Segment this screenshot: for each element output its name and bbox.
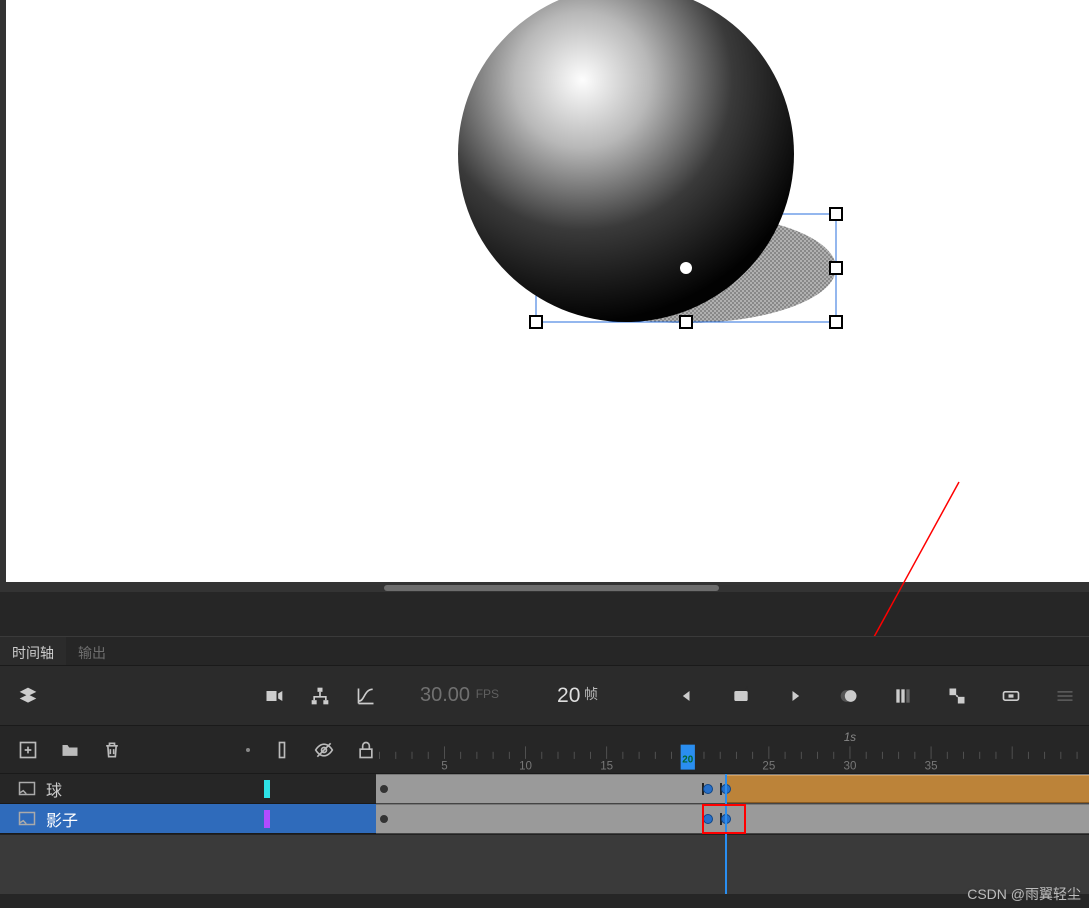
onion-skin-icon[interactable] bbox=[839, 686, 859, 706]
keyframe[interactable] bbox=[703, 784, 713, 794]
svg-text:5: 5 bbox=[441, 760, 447, 772]
layer-color-chip[interactable] bbox=[264, 780, 270, 798]
svg-text:A: A bbox=[744, 686, 749, 693]
frame-value[interactable]: 20 bbox=[557, 684, 580, 707]
layer-name: 球 bbox=[46, 777, 254, 801]
tracks-empty-area[interactable] bbox=[0, 834, 1089, 894]
layer-type-icon bbox=[18, 781, 36, 796]
layer-type-icon bbox=[18, 811, 36, 826]
camera-icon[interactable] bbox=[264, 686, 284, 706]
fps-label: FPS bbox=[476, 687, 499, 701]
lock-icon[interactable] bbox=[356, 740, 376, 760]
loop-icon[interactable] bbox=[1001, 686, 1021, 706]
anchor-point[interactable] bbox=[680, 262, 692, 274]
playhead[interactable]: 20 bbox=[681, 744, 695, 769]
watermark: CSDN @雨翼轻尘 bbox=[967, 884, 1081, 904]
separator-dot bbox=[246, 748, 250, 752]
split-icon[interactable] bbox=[947, 686, 967, 706]
insert-keyframe-icon[interactable]: A bbox=[731, 686, 751, 706]
graph-node-icon[interactable] bbox=[310, 686, 330, 706]
ball-shape[interactable] bbox=[458, 0, 794, 322]
layer-row[interactable]: 影子 bbox=[0, 804, 1089, 834]
layer-header-row: 51015202530351s 20 bbox=[0, 726, 1089, 774]
layer-track[interactable] bbox=[376, 804, 1089, 834]
layer-track[interactable] bbox=[376, 774, 1089, 804]
keyframe[interactable] bbox=[721, 784, 731, 794]
prev-keyframe-icon[interactable] bbox=[677, 686, 697, 706]
frame-label: 帧 bbox=[584, 686, 598, 702]
menu-icon[interactable] bbox=[1055, 686, 1075, 706]
keyframe[interactable] bbox=[703, 814, 713, 824]
stage-h-scrollbar-thumb[interactable] bbox=[384, 585, 719, 591]
trash-icon[interactable] bbox=[102, 740, 122, 760]
svg-text:1s: 1s bbox=[844, 732, 856, 744]
panel-tabs: 时间轴 输出 bbox=[0, 636, 1089, 666]
folder-icon[interactable] bbox=[60, 740, 80, 760]
tab-timeline[interactable]: 时间轴 bbox=[0, 637, 66, 665]
stage-h-scrollbar-track[interactable] bbox=[6, 582, 1089, 592]
stage[interactable] bbox=[0, 0, 1089, 592]
layer-color-chip[interactable] bbox=[264, 810, 270, 828]
visibility-icon[interactable] bbox=[314, 740, 334, 760]
timeline-panel: 时间轴 输出 30.00 FPS 20 帧 A bbox=[0, 636, 1089, 894]
curve-editor-icon[interactable] bbox=[356, 686, 376, 706]
svg-text:20: 20 bbox=[682, 754, 693, 765]
ruler[interactable]: 51015202530351s 20 bbox=[376, 726, 1089, 774]
next-keyframe-icon[interactable] bbox=[785, 686, 805, 706]
svg-text:30: 30 bbox=[844, 760, 857, 772]
timeline-toolbar: 30.00 FPS 20 帧 A bbox=[0, 666, 1089, 726]
highlight-icon[interactable] bbox=[272, 740, 292, 760]
onion-range-icon[interactable] bbox=[893, 686, 913, 706]
svg-text:15: 15 bbox=[600, 760, 613, 772]
layer-row[interactable]: 球 bbox=[0, 774, 1089, 804]
svg-text:10: 10 bbox=[519, 760, 532, 772]
layer-name: 影子 bbox=[46, 807, 254, 831]
tab-output[interactable]: 输出 bbox=[66, 637, 118, 665]
svg-text:35: 35 bbox=[925, 760, 938, 772]
new-layer-icon[interactable] bbox=[18, 740, 38, 760]
keyframe[interactable] bbox=[721, 814, 731, 824]
svg-text:25: 25 bbox=[762, 760, 775, 772]
layers-area: 球 影子 bbox=[0, 774, 1089, 834]
layers-icon[interactable] bbox=[18, 686, 38, 706]
fps-value[interactable]: 30.00 bbox=[420, 684, 470, 706]
stage-content bbox=[6, 0, 1089, 592]
